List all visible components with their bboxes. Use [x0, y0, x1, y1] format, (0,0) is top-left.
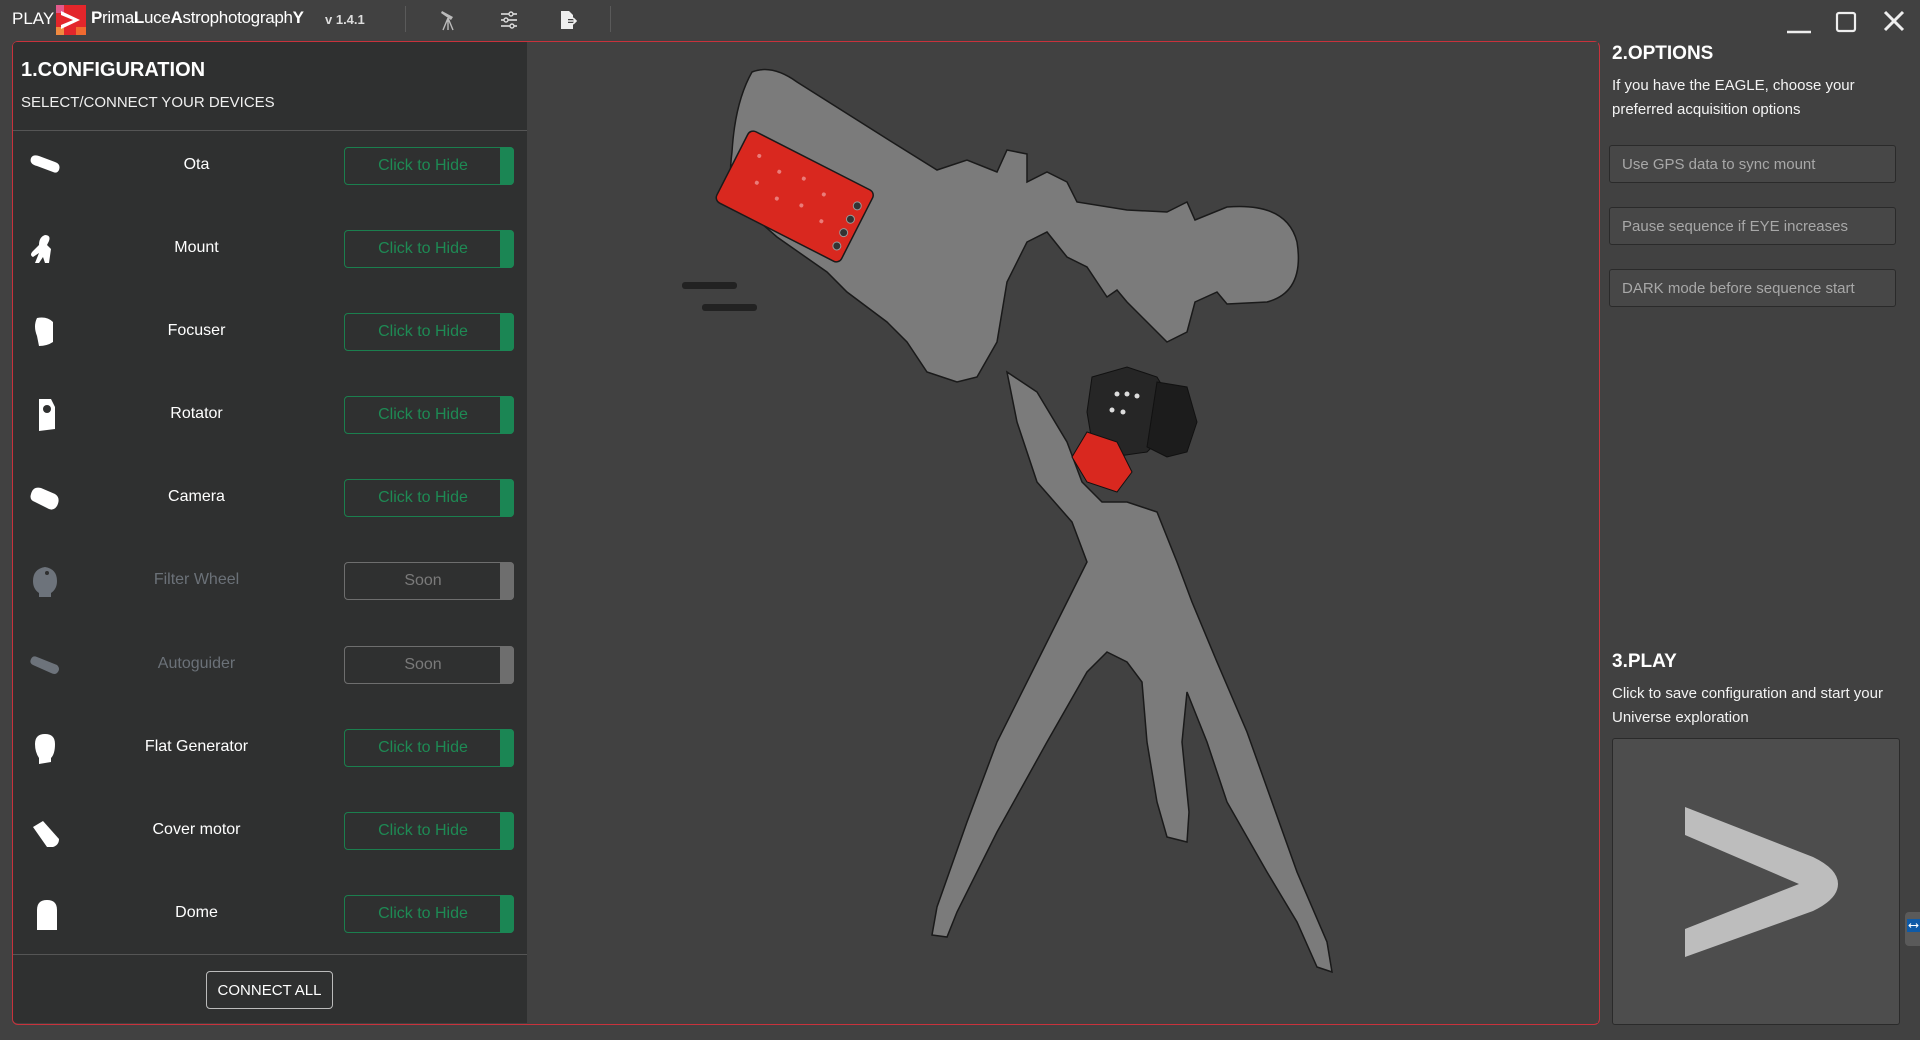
device-row-flat-generator: Flat Generator Click to Hide	[13, 728, 527, 768]
pause-on-eye-option-button[interactable]: Pause sequence if EYE increases	[1609, 207, 1896, 245]
flat-generator-icon	[35, 734, 55, 764]
primaluce-logo-icon	[56, 5, 86, 35]
mount-icon	[31, 235, 51, 263]
flat-generator-toggle-button[interactable]: Click to Hide	[344, 729, 514, 767]
telescope-viewport	[527, 42, 1598, 1023]
right-panel: 2.OPTIONS If you have the EAGLE, choose …	[1600, 0, 1920, 1040]
device-row-filter-wheel: Filter Wheel Soon	[13, 561, 527, 601]
device-label: Flat Generator	[144, 738, 249, 755]
options-title: 2.OPTIONS	[1612, 43, 1714, 64]
dome-toggle-button[interactable]: Click to Hide	[344, 895, 514, 933]
configuration-panel: 1.CONFIGURATION SELECT/CONNECT YOUR DEVI…	[13, 42, 527, 1023]
device-row-dome: Dome Click to Hide	[13, 894, 527, 934]
telescope-icon[interactable]	[437, 8, 461, 32]
camera-icon	[30, 487, 59, 510]
device-row-rotator: Rotator Click to Hide	[13, 395, 527, 435]
ota-icon	[30, 155, 60, 173]
teamviewer-icon	[1907, 919, 1920, 932]
camera-toggle-button[interactable]: Click to Hide	[344, 479, 514, 517]
device-label: Camera	[168, 488, 225, 505]
device-label: Ota	[183, 156, 210, 173]
configuration-subtitle: SELECT/CONNECT YOUR DEVICES	[21, 94, 275, 111]
separator	[610, 6, 611, 32]
play-description: Click to save configuration and start yo…	[1612, 685, 1883, 726]
autoguider-icon	[30, 656, 59, 674]
device-row-mount: Mount Click to Hide	[13, 229, 527, 269]
app-mode-label: PLAY	[12, 9, 55, 28]
focuser-icon	[35, 317, 53, 346]
device-row-ota: Ota Click to Hide	[13, 146, 527, 186]
play-button[interactable]	[1612, 738, 1900, 1025]
filter-wheel-icon	[33, 567, 57, 597]
focuser-camera-unit	[1071, 366, 1198, 493]
rotator-toggle-button[interactable]: Click to Hide	[344, 396, 514, 434]
telescope-illustration	[682, 68, 1333, 974]
version-label: v 1.4.1	[325, 12, 365, 27]
configuration-title: 1.CONFIGURATION	[21, 59, 206, 81]
device-label: Rotator	[170, 405, 223, 422]
separator	[405, 6, 406, 32]
device-row-cover-motor: Cover motor Click to Hide	[13, 811, 527, 851]
device-row-camera: Camera Click to Hide	[13, 478, 527, 518]
export-icon[interactable]	[556, 8, 580, 32]
gps-sync-option-button[interactable]: Use GPS data to sync mount	[1609, 145, 1896, 183]
device-label: Filter Wheel	[153, 571, 240, 588]
device-row-autoguider: Autoguider Soon	[13, 645, 527, 685]
cover-motor-icon	[33, 821, 59, 847]
focuser-toggle-button[interactable]: Click to Hide	[344, 313, 514, 351]
options-description: If you have the EAGLE, choose your prefe…	[1612, 77, 1855, 118]
connect-all-button[interactable]: CONNECT ALL	[206, 971, 333, 1009]
remote-support-tab[interactable]	[1905, 912, 1920, 946]
brand-name: PrimaLuceAstrophotographY	[91, 8, 304, 27]
ota-toggle-button[interactable]: Click to Hide	[344, 147, 514, 185]
dome-icon	[37, 900, 57, 930]
divider	[13, 130, 527, 131]
play-title: 3.PLAY	[1612, 651, 1677, 672]
play-chevron-icon	[1685, 807, 1838, 957]
mount-tripod-silhouette	[931, 370, 1333, 974]
cover-motor-toggle-button[interactable]: Click to Hide	[344, 812, 514, 850]
device-label: Cover motor	[152, 821, 241, 838]
autoguider-toggle-button[interactable]: Soon	[344, 646, 514, 684]
filter-wheel-toggle-button[interactable]: Soon	[344, 562, 514, 600]
device-label: Autoguider	[157, 655, 236, 672]
dark-mode-option-button[interactable]: DARK mode before sequence start	[1609, 269, 1896, 307]
settings-sliders-icon[interactable]	[497, 8, 521, 32]
device-row-focuser: Focuser Click to Hide	[13, 312, 527, 352]
divider	[13, 954, 527, 955]
device-label: Dome	[175, 904, 218, 921]
device-label: Focuser	[167, 322, 226, 339]
rotator-icon	[39, 399, 55, 431]
mount-toggle-button[interactable]: Click to Hide	[344, 230, 514, 268]
device-label: Mount	[174, 239, 219, 256]
